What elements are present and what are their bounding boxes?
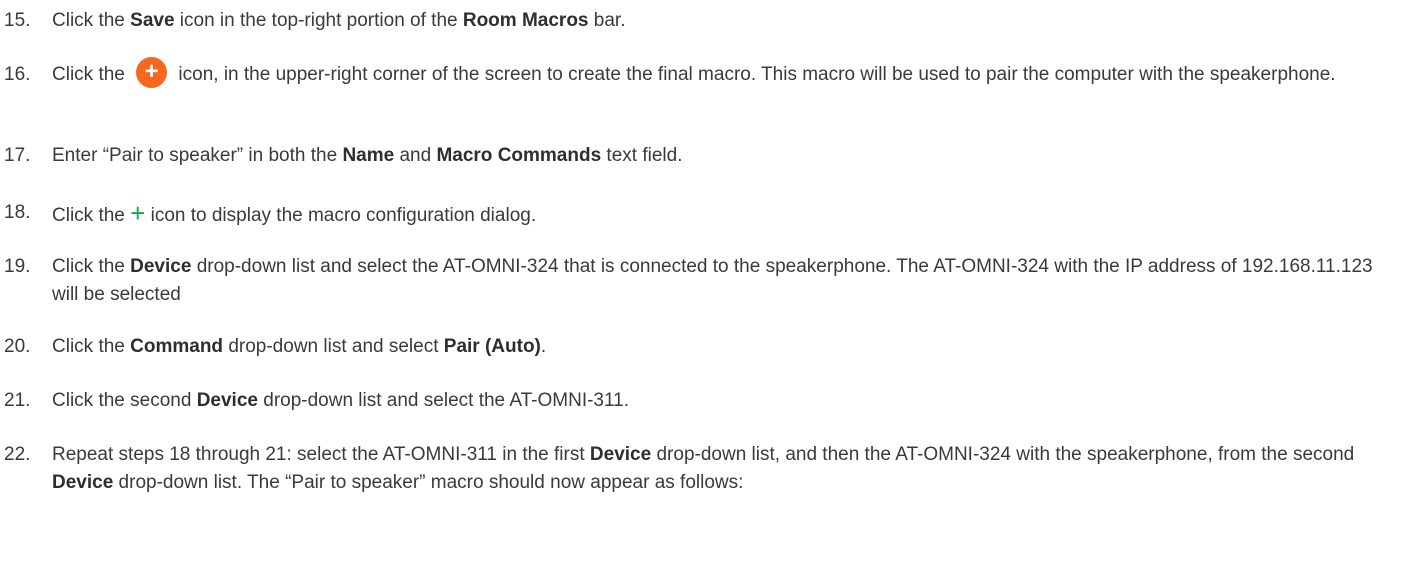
step-number: 21.	[4, 390, 31, 411]
step-text: Click the + icon to display the macro co…	[52, 198, 537, 228]
step-text: Click the second Device drop-down list a…	[52, 390, 629, 411]
step-text: Repeat steps 18 through 21: select the A…	[52, 444, 1355, 493]
step-text: Click the Save icon in the top-right por…	[52, 10, 626, 31]
step-17: 17. Enter “Pair to speaker” in both the …	[0, 142, 1400, 170]
green-plus-icon: +	[130, 198, 146, 228]
step-15: 15. Click the Save icon in the top-right…	[0, 7, 1400, 35]
device-label: Device	[589, 444, 652, 465]
device-label: Device	[130, 256, 192, 277]
save-label: Save	[130, 10, 175, 31]
step-number: 20.	[4, 336, 31, 357]
step-number: 15.	[4, 10, 31, 31]
device-label: Device	[196, 390, 258, 411]
step-number: 22.	[4, 444, 31, 465]
room-macros-label: Room Macros	[462, 10, 589, 31]
macro-commands-label: Macro Commands	[436, 145, 602, 166]
step-number: 19.	[4, 256, 31, 277]
step-21: 21. Click the second Device drop-down li…	[0, 387, 1400, 415]
step-20: 20. Click the Command drop-down list and…	[0, 333, 1400, 361]
step-text: Click the Command drop-down list and sel…	[52, 336, 547, 357]
step-number: 17.	[4, 145, 31, 166]
orange-add-circle-icon: +	[136, 57, 168, 89]
device-label: Device	[52, 472, 114, 493]
step-22: 22. Repeat steps 18 through 21: select t…	[0, 441, 1400, 497]
step-number: 16.	[4, 64, 31, 85]
command-label: Command	[130, 336, 224, 357]
pair-auto-label: Pair (Auto)	[443, 336, 541, 357]
name-label: Name	[342, 145, 395, 166]
step-16: 16. Click the + icon, in the upper-right…	[0, 57, 1400, 89]
step-18: 18. Click the + icon to display the macr…	[0, 199, 1400, 230]
step-text: Click the Device drop-down list and sele…	[52, 256, 1373, 305]
step-text: Click the + icon, in the upper-right cor…	[52, 57, 1400, 89]
step-number: 18.	[4, 202, 31, 223]
step-19: 19. Click the Device drop-down list and …	[0, 253, 1400, 309]
step-text: Enter “Pair to speaker” in both the Name…	[52, 145, 683, 166]
